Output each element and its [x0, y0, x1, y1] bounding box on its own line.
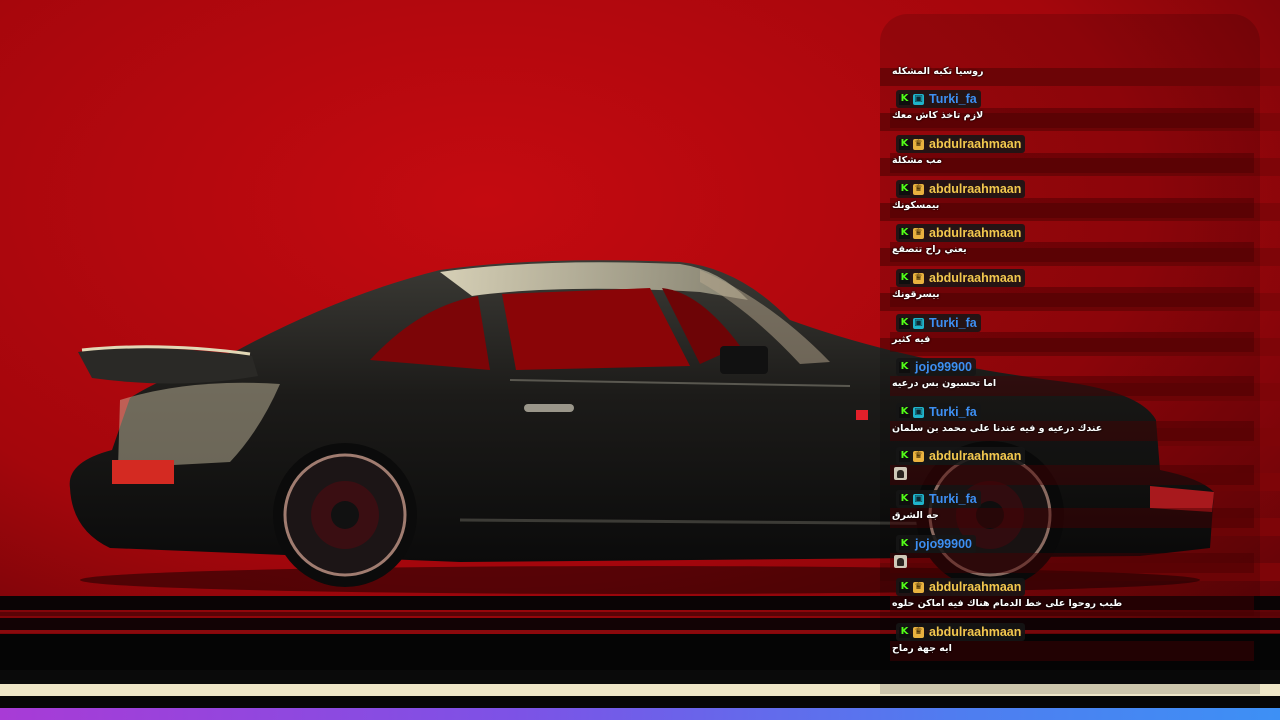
- crown-badge-icon: ♛: [913, 183, 924, 195]
- chat-username-pill[interactable]: K ♛ abdulraahmaan: [896, 447, 1026, 465]
- chat-username[interactable]: Turki_fa: [927, 90, 977, 108]
- chat-username[interactable]: abdulraahmaan: [927, 224, 1021, 242]
- chat-message: K ♛ abdulraahmaan بيمسكونك: [890, 180, 1254, 218]
- chat-overlay: روسيا تكبه المشكله K ▣ Turki_fa لازم تاخذ كا…: [880, 14, 1260, 694]
- gift-badge-icon: ▣: [913, 317, 924, 329]
- chat-username[interactable]: abdulraahmaan: [927, 269, 1021, 287]
- kick-badge-icon: K: [899, 450, 910, 462]
- chat-message-background: [890, 465, 1254, 485]
- chat-username-pill[interactable]: Kjojo99900: [896, 358, 976, 376]
- kick-badge-icon: K: [899, 581, 910, 593]
- chat-message-text: اما تحسبون بس درعيه: [892, 378, 997, 389]
- chat-message-text: جه الشرق: [892, 510, 939, 521]
- gift-badge-icon: ▣: [913, 406, 924, 418]
- chat-username[interactable]: jojo99900: [913, 358, 972, 376]
- chat-username[interactable]: abdulraahmaan: [927, 135, 1021, 153]
- crown-badge-icon: ♛: [913, 450, 924, 462]
- kick-badge-icon: K: [899, 183, 910, 195]
- chat-username[interactable]: Turki_fa: [927, 490, 977, 508]
- kick-badge-icon: K: [899, 227, 910, 239]
- kick-badge-icon: K: [899, 138, 910, 150]
- chat-username[interactable]: Turki_fa: [927, 314, 977, 332]
- chat-username-pill[interactable]: K ♛ abdulraahmaan: [896, 135, 1026, 153]
- chat-message-background: [890, 287, 1254, 307]
- chat-message: K ▣ Turki_fa جه الشرق: [890, 490, 1254, 528]
- chat-username-pill[interactable]: K ♛ abdulraahmaan: [896, 578, 1026, 596]
- chat-message-text: روسيا تكبه المشكله: [892, 66, 984, 77]
- chat-message-background: [890, 153, 1254, 173]
- chat-username-pill[interactable]: K ▣ Turki_fa: [896, 403, 981, 421]
- chat-message: K ▣ Turki_fa عندك درعيه و فيه عندنا على محم…: [890, 403, 1254, 441]
- chat-username-pill[interactable]: K ▣ Turki_fa: [896, 90, 981, 108]
- chat-message: K ♛ abdulraahmaan مب مشكلة: [890, 135, 1254, 173]
- face-emote-icon: [894, 555, 907, 568]
- bottom-gradient-bar: [0, 708, 1280, 720]
- chat-message-text: بيسرقونك: [892, 289, 940, 300]
- chat-username-pill[interactable]: K ▣ Turki_fa: [896, 314, 981, 332]
- kick-badge-icon: K: [899, 538, 910, 550]
- chat-message: K ♛ abdulraahmaan: [890, 447, 1254, 485]
- kick-badge-icon: K: [899, 361, 910, 373]
- chat-username-pill[interactable]: Kjojo99900: [896, 535, 976, 553]
- chat-message-background: [890, 508, 1254, 528]
- chat-message: K ♛ abdulraahmaan طيب روحوا على خط الدمام ه…: [890, 578, 1254, 616]
- chat-message: K ▣ Turki_fa فيه كثير: [890, 314, 1254, 352]
- chat-message: K ▣ Turki_fa لازم تاخذ كاش معك: [890, 90, 1254, 128]
- gift-badge-icon: ▣: [913, 93, 924, 105]
- crown-badge-icon: ♛: [913, 138, 924, 150]
- crown-badge-icon: ♛: [913, 581, 924, 593]
- chat-username[interactable]: abdulraahmaan: [927, 447, 1021, 465]
- chat-username-pill[interactable]: K ♛ abdulraahmaan: [896, 224, 1026, 242]
- chat-message-text: فيه كثير: [892, 334, 931, 345]
- chat-username[interactable]: abdulraahmaan: [927, 180, 1021, 198]
- chat-message-background: [890, 332, 1254, 352]
- chat-message-text: مب مشكلة: [892, 155, 942, 166]
- kick-badge-icon: K: [899, 317, 910, 329]
- chat-message-text: طيب روحوا على خط الدمام هناك فيه اماكن ح…: [892, 598, 1123, 609]
- chat-username-pill[interactable]: K ▣ Turki_fa: [896, 490, 981, 508]
- face-emote-icon: [894, 467, 907, 480]
- chat-username[interactable]: jojo99900: [913, 535, 972, 553]
- kick-badge-icon: K: [899, 406, 910, 418]
- chat-username[interactable]: abdulraahmaan: [927, 623, 1021, 641]
- chat-message: K ♛ abdulraahmaan ايه جهة رماح: [890, 623, 1254, 661]
- chat-message-text: عندك درعيه و فيه عندنا على محمد بن سلمان: [892, 423, 1103, 434]
- kick-badge-icon: K: [899, 272, 910, 284]
- chat-message: K ♛ abdulraahmaan يعني راح تتصقع: [890, 224, 1254, 262]
- crown-badge-icon: ♛: [913, 272, 924, 284]
- chat-message-text: يعني راح تتصقع: [892, 244, 967, 255]
- chat-username[interactable]: Turki_fa: [927, 403, 977, 421]
- chat-message-text: بيمسكونك: [892, 200, 940, 211]
- chat-username-pill[interactable]: K ♛ abdulraahmaan: [896, 623, 1026, 641]
- chat-message-text: لازم تاخذ كاش معك: [892, 110, 984, 121]
- chat-username-pill[interactable]: K ♛ abdulraahmaan: [896, 269, 1026, 287]
- kick-badge-icon: K: [899, 626, 910, 638]
- kick-badge-icon: K: [899, 93, 910, 105]
- crown-badge-icon: ♛: [913, 626, 924, 638]
- chat-message: K ♛ abdulraahmaan بيسرقونك: [890, 269, 1254, 307]
- chat-username-pill[interactable]: K ♛ abdulraahmaan: [896, 180, 1026, 198]
- chat-message: Kjojo99900 اما تحسبون بس درعيه: [890, 358, 1254, 396]
- chat-message-text: ايه جهة رماح: [892, 643, 952, 654]
- kick-badge-icon: K: [899, 493, 910, 505]
- chat-username[interactable]: abdulraahmaan: [927, 578, 1021, 596]
- chat-message-background: [890, 198, 1254, 218]
- chat-message-background: [890, 553, 1254, 573]
- gift-badge-icon: ▣: [913, 493, 924, 505]
- chat-message: Kjojo99900: [890, 535, 1254, 573]
- crown-badge-icon: ♛: [913, 227, 924, 239]
